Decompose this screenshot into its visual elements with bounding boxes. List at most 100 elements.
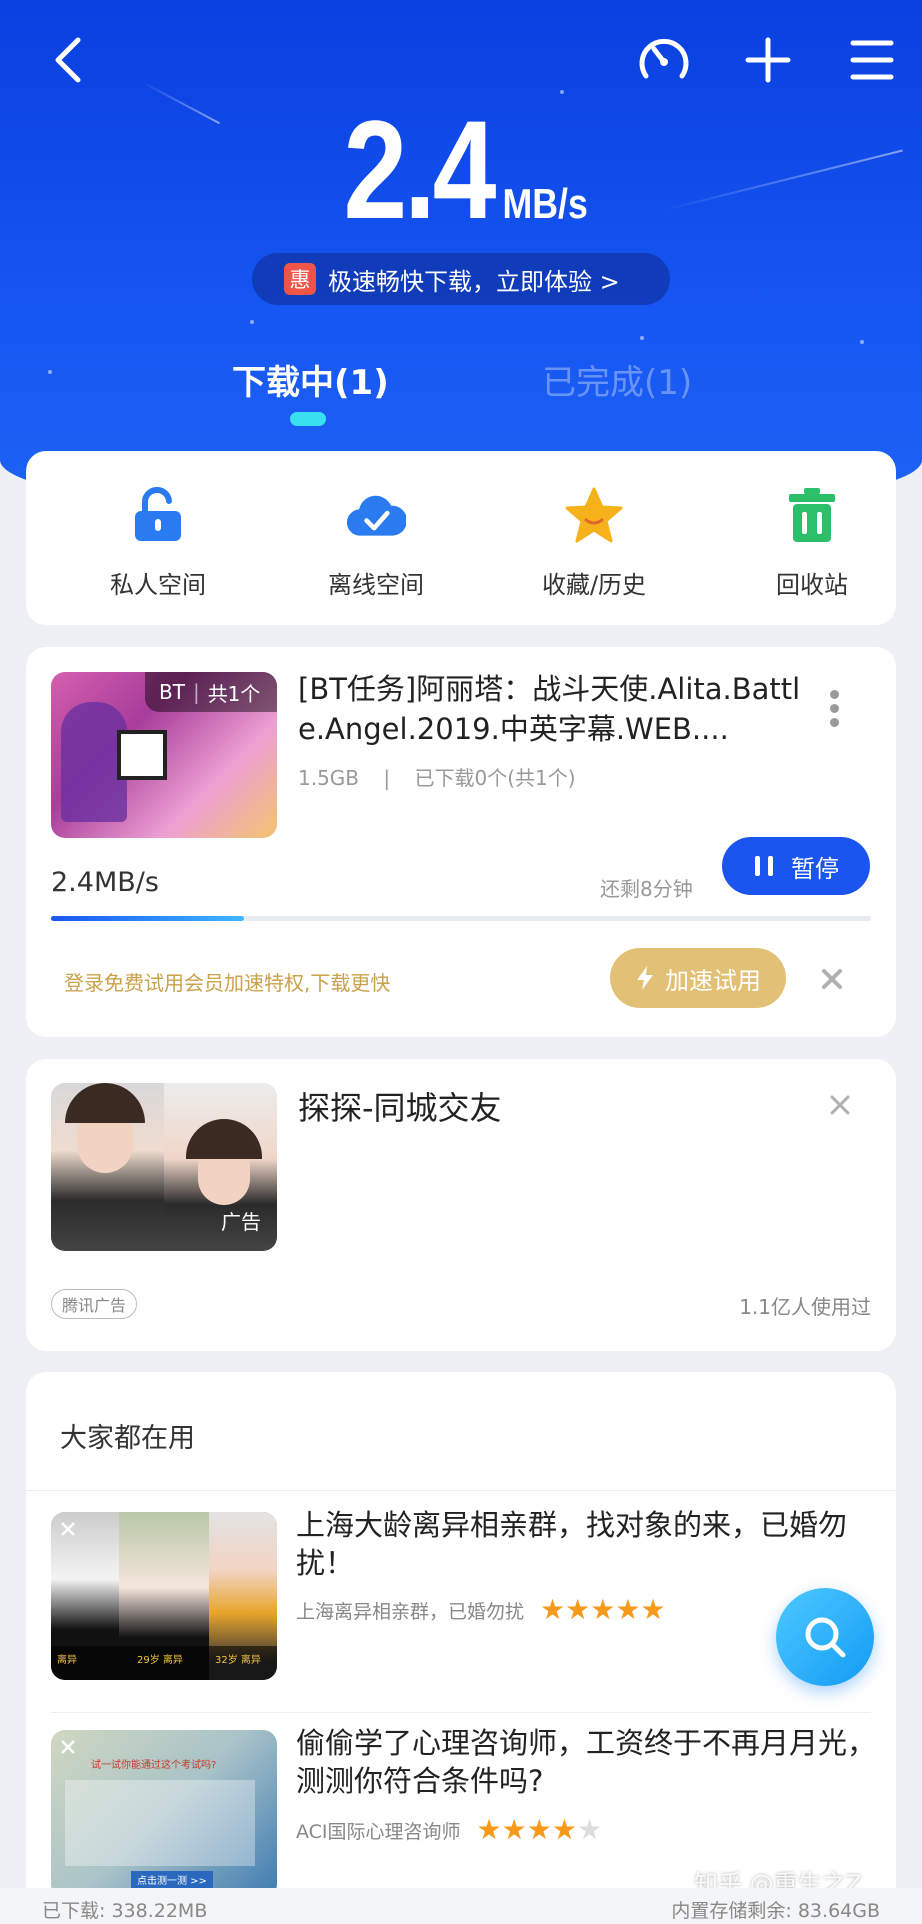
thumb-text-block — [65, 1780, 255, 1866]
speedometer-icon — [639, 38, 689, 79]
current-speed: 2.4 MB/s — [0, 100, 922, 240]
thumb-caption: 离异 — [57, 1655, 77, 1666]
ad-thumbnail: 广告 — [51, 1083, 277, 1251]
quick-access-offline-space[interactable]: 离线空间 — [276, 451, 476, 600]
decor-dot — [250, 320, 254, 324]
popular-item-title: 上海大龄离异相亲群，找对象的来，已婚勿扰！ — [296, 1508, 848, 1580]
promo-text: 极速畅快下载，立即体验 > — [328, 267, 620, 296]
star-filled-icon: ★ — [501, 1813, 527, 1846]
popular-item-thumbnail: 离异 29岁 离异 32岁 离异 — [51, 1512, 277, 1680]
close-icon — [830, 1095, 850, 1115]
star-filled-icon: ★ — [540, 1593, 566, 1626]
pause-icon — [755, 856, 773, 876]
star-filled-icon: ★ — [590, 1593, 616, 1626]
add-task-button[interactable] — [736, 28, 800, 92]
accelerate-label: 加速试用 — [665, 966, 761, 995]
star-filled-icon: ★ — [640, 1593, 666, 1626]
decor-dot — [640, 336, 644, 340]
menu-icon — [850, 40, 894, 80]
star-filled-icon: ★ — [551, 1813, 577, 1846]
popular-card: 大家都在用 离异 29岁 离异 32岁 离异 上海大龄离异相亲群，找对象的来，已… — [26, 1372, 896, 1924]
tab-downloading[interactable]: 下载中(1) — [232, 355, 389, 404]
ad-source-tag: 腾讯广告 — [51, 1289, 138, 1319]
close-icon — [822, 969, 842, 989]
quick-access-label: 离线空间 — [328, 571, 424, 599]
close-ad-button[interactable] — [820, 1085, 860, 1125]
decor-dot — [560, 90, 564, 94]
search-button[interactable] — [776, 1588, 874, 1686]
speed-unit: MB/s — [502, 180, 588, 227]
star-filled-icon: ★ — [476, 1813, 502, 1846]
section-heading: 大家都在用 — [60, 1423, 195, 1454]
bt-label: BT — [159, 680, 185, 704]
star-filled-icon: ★ — [565, 1593, 591, 1626]
rating-stars: ★★★★★ — [477, 1816, 603, 1844]
rating-stars: ★★★★★ — [540, 1596, 666, 1624]
quick-access-label: 回收站 — [776, 571, 848, 599]
thumb-caption: 29岁 离异 — [137, 1655, 183, 1666]
quick-access-favorites-history[interactable]: 收藏/历史 — [494, 451, 694, 600]
storage-footer: 已下载: 338.22MB 内置存储剩余: 83.64GB — [0, 1888, 922, 1924]
menu-button[interactable] — [840, 28, 904, 92]
popular-item-subtitle: ACI国际心理咨询师 — [296, 1820, 461, 1843]
thumb-close-icon — [61, 1522, 75, 1536]
vip-tip: 登录免费试用会员加速特权,下载更快 — [64, 971, 391, 995]
thumb-caption: 点击测一测 >> — [131, 1871, 213, 1888]
download-task-card[interactable]: BT | 共1个 [BT任务]阿丽塔：战斗天使.Alita.Battle.Ang… — [26, 647, 896, 1037]
downloaded-total: 已下载: 338.22MB — [42, 1900, 208, 1922]
lightning-icon — [637, 966, 653, 990]
lock-icon — [128, 485, 188, 545]
ad-photo-left — [51, 1083, 164, 1251]
popular-item-meta: ACI国际心理咨询师 ★★★★★ — [296, 1816, 602, 1844]
ad-photo-hair — [65, 1083, 145, 1123]
back-button[interactable] — [36, 28, 100, 92]
popular-item-title: 偷偷学了心理咨询师，工资终于不再月月光，测测你符合条件吗? — [296, 1726, 877, 1798]
plus-icon — [745, 37, 791, 83]
qr-code-image — [117, 730, 167, 780]
thumb-caption: 32岁 离异 — [215, 1655, 261, 1666]
pause-label: 暂停 — [791, 854, 839, 883]
ad-photo-hair — [186, 1119, 262, 1159]
quick-access-label: 收藏/历史 — [541, 571, 647, 599]
task-thumbnail: BT | 共1个 — [51, 672, 277, 838]
star-filled-icon: ★ — [615, 1593, 641, 1626]
download-header: 2.4 MB/s 惠 极速畅快下载，立即体验 > 下载中(1) 已完成(1) — [0, 0, 922, 520]
storage-remaining: 内置存储剩余: 83.64GB — [671, 1900, 880, 1922]
ad-card[interactable]: 广告 探探-同城交友 腾讯广告 1.1亿人使用过 — [26, 1059, 896, 1351]
speed-promo-banner[interactable]: 惠 极速畅快下载，立即体验 > — [252, 253, 670, 305]
badge-divider: | — [192, 680, 200, 704]
task-size: 1.5GB — [298, 766, 360, 790]
popular-item[interactable]: 离异 29岁 离异 32岁 离异 上海大龄离异相亲群，找对象的来，已婚勿扰！ 上… — [26, 1508, 896, 1692]
decor-dot — [860, 340, 864, 344]
ad-user-count: 1.1亿人使用过 — [739, 1295, 871, 1319]
task-title: [BT任务]阿丽塔：战斗天使.Alita.Battle.Angel.2019.中… — [298, 672, 801, 746]
pause-button[interactable]: 暂停 — [722, 837, 870, 895]
popular-item-thumbnail: 试一试你能通过这个考试吗? 点击测一测 >> — [51, 1730, 277, 1898]
dismiss-tip-button[interactable] — [812, 959, 852, 999]
time-remaining: 还剩8分钟 — [600, 877, 693, 901]
star-empty-icon: ★ — [576, 1813, 603, 1846]
quick-access-private-space[interactable]: 私人空间 — [58, 451, 258, 600]
popular-item-meta: 上海离异相亲群，已婚勿扰 ★★★★★ — [296, 1596, 666, 1624]
speed-test-button[interactable] — [632, 28, 696, 92]
progress-bar — [51, 916, 871, 921]
decor-dot — [48, 370, 52, 374]
active-tab-indicator — [290, 412, 326, 426]
tab-completed[interactable]: 已完成(1) — [542, 355, 692, 404]
task-meta: 1.5GB | 已下载0个(共1个) — [298, 762, 576, 791]
thumb-caption: 试一试你能通过这个考试吗? — [91, 1760, 217, 1771]
popular-item-subtitle: 上海离异相亲群，已婚勿扰 — [296, 1600, 525, 1623]
more-options-button[interactable] — [824, 685, 844, 732]
bt-badge: BT | 共1个 — [145, 672, 277, 712]
accelerate-trial-button[interactable]: 加速试用 — [610, 948, 786, 1008]
progress-fill — [51, 916, 244, 921]
star-icon — [564, 485, 624, 545]
quick-access-recycle-bin[interactable]: 回收站 — [712, 451, 912, 600]
quick-access-label: 私人空间 — [110, 571, 206, 599]
divider — [26, 1490, 896, 1491]
meta-divider: | — [383, 766, 391, 790]
thumb-close-icon — [61, 1740, 75, 1754]
search-icon — [805, 1617, 846, 1658]
promo-badge: 惠 — [284, 263, 316, 295]
cloud-check-icon — [346, 485, 406, 545]
